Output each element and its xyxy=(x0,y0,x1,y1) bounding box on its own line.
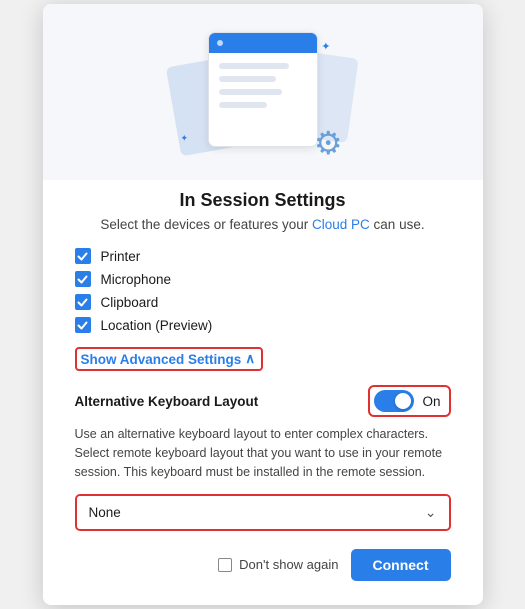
dialog-title: In Session Settings xyxy=(75,190,451,211)
checkbox-printer: Printer xyxy=(75,248,451,264)
checkbox-printer-label: Printer xyxy=(101,249,141,264)
checkbox-microphone-box[interactable] xyxy=(75,271,91,287)
dont-show-label: Don't show again xyxy=(239,557,338,572)
advanced-keyboard-label: Alternative Keyboard Layout xyxy=(75,394,259,409)
advanced-row: Alternative Keyboard Layout On xyxy=(75,385,451,417)
sparkle-icon-2: ✦ xyxy=(181,133,189,144)
illus-dot-1 xyxy=(217,40,223,46)
chevron-down-icon: ⌄ xyxy=(425,504,437,521)
checkbox-clipboard-label: Clipboard xyxy=(101,295,159,310)
toggle-container: On xyxy=(368,385,450,417)
subtitle-end: can use. xyxy=(370,217,425,232)
in-session-settings-dialog: ⚙ ✦ ✦ In Session Settings Select the dev… xyxy=(43,4,483,604)
checkbox-printer-box[interactable] xyxy=(75,248,91,264)
dialog-content: In Session Settings Select the devices o… xyxy=(43,180,483,530)
illus-line-2 xyxy=(219,76,276,82)
illus-line-4 xyxy=(219,102,267,108)
device-checkbox-list: Printer Microphone Clipboard xyxy=(75,248,451,333)
illus-line-3 xyxy=(219,89,282,95)
check-icon xyxy=(77,274,88,285)
illus-line-1 xyxy=(219,63,289,69)
show-advanced-toggle[interactable]: Show Advanced Settings ∧ xyxy=(75,347,264,371)
checkbox-clipboard: Clipboard xyxy=(75,294,451,310)
connect-button[interactable]: Connect xyxy=(351,549,451,581)
illus-window xyxy=(208,32,318,147)
checkbox-microphone: Microphone xyxy=(75,271,451,287)
cloud-pc-link[interactable]: Cloud PC xyxy=(312,217,370,232)
gear-icon: ⚙ xyxy=(314,124,343,162)
dialog-subtitle: Select the devices or features your Clou… xyxy=(75,217,451,232)
checkbox-location-box[interactable] xyxy=(75,317,91,333)
checkbox-microphone-label: Microphone xyxy=(101,272,172,287)
show-advanced-label: Show Advanced Settings xyxy=(81,352,242,367)
dont-show-again: Don't show again xyxy=(218,557,338,572)
dropdown-selected-value: None xyxy=(89,505,121,520)
checkbox-clipboard-box[interactable] xyxy=(75,294,91,310)
advanced-description: Use an alternative keyboard layout to en… xyxy=(75,425,451,481)
illus-inner: ⚙ ✦ ✦ xyxy=(173,32,353,162)
checkbox-location-label: Location (Preview) xyxy=(101,318,213,333)
check-icon xyxy=(77,251,88,262)
chevron-up-icon: ∧ xyxy=(245,351,255,367)
illus-window-bar xyxy=(209,33,317,53)
sparkle-icon-1: ✦ xyxy=(321,40,330,53)
illus-window-body xyxy=(209,53,317,108)
toggle-state-label: On xyxy=(422,394,440,409)
illustration: ⚙ ✦ ✦ xyxy=(43,4,483,180)
checkbox-location: Location (Preview) xyxy=(75,317,451,333)
advanced-section: Alternative Keyboard Layout On Use an al… xyxy=(75,385,451,530)
keyboard-layout-dropdown-container: None ⌄ xyxy=(75,494,451,531)
subtitle-text: Select the devices or features your xyxy=(100,217,312,232)
dont-show-checkbox[interactable] xyxy=(218,558,232,572)
check-icon xyxy=(77,297,88,308)
dialog-footer: Don't show again Connect xyxy=(43,549,483,581)
keyboard-toggle[interactable] xyxy=(374,390,414,412)
keyboard-layout-dropdown[interactable]: None ⌄ xyxy=(77,496,449,529)
toggle-thumb xyxy=(395,393,411,409)
check-icon xyxy=(77,320,88,331)
